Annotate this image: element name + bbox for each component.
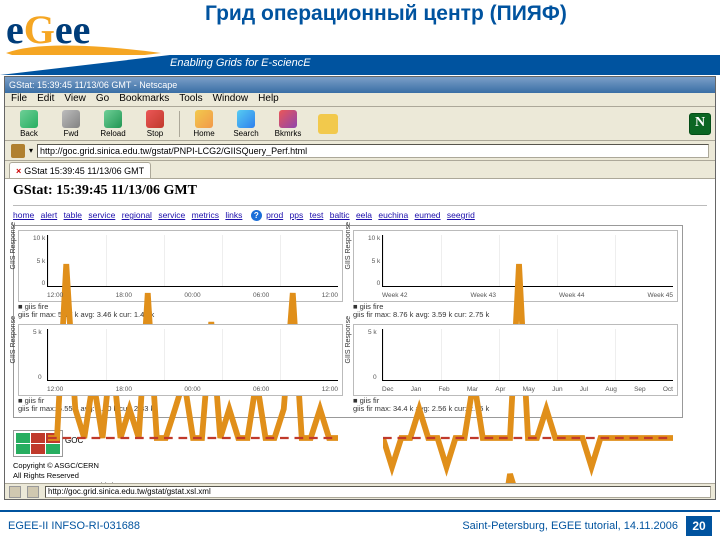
window-titlebar[interactable]: GStat: 15:39:45 11/13/06 GMT - Netscape xyxy=(5,77,715,93)
nav-home[interactable]: home xyxy=(13,210,34,220)
slide-header: eGee Грид операционный центр (ПИЯФ) Enab… xyxy=(0,0,720,88)
menu-help[interactable]: Help xyxy=(258,93,279,106)
menu-edit[interactable]: Edit xyxy=(37,93,54,106)
menu-file[interactable]: File xyxy=(11,93,27,106)
menu-tools[interactable]: Tools xyxy=(179,93,202,106)
chart-2: GIIS Response 5 k0 12:0018:0000:0006:001… xyxy=(18,324,343,396)
nav-prod[interactable]: prod xyxy=(266,210,283,220)
chart-1: GIIS Response 10 k5 k0 Week 42Week 43Wee… xyxy=(353,230,678,302)
tab-label: GStat 15:39:45 11/13/06 GMT xyxy=(24,166,144,176)
nav-links: home alert table service regional servic… xyxy=(13,210,707,221)
egee-logo: eGee xyxy=(6,6,161,58)
nav-pps[interactable]: pps xyxy=(290,210,304,220)
bookmarks-icon xyxy=(279,110,297,128)
search-button[interactable]: Search xyxy=(228,110,264,138)
nav-table[interactable]: table xyxy=(64,210,82,220)
window-title: GStat: 15:39:45 11/13/06 GMT - Netscape xyxy=(9,80,177,90)
footer-right: Saint-Petersburg, EGEE tutorial, 14.11.2… xyxy=(462,520,678,532)
nav-seegrid[interactable]: seegrid xyxy=(447,210,475,220)
search-icon xyxy=(237,110,255,128)
nav-test[interactable]: test xyxy=(310,210,324,220)
slide-number: 20 xyxy=(686,516,712,536)
reload-icon xyxy=(104,110,122,128)
back-button[interactable]: Back xyxy=(11,110,47,138)
nav-service[interactable]: service xyxy=(88,210,115,220)
charts-panel: GIIS Response 10 k5 k0 12:0018:0000:0006… xyxy=(13,225,683,418)
home-icon xyxy=(195,110,213,128)
browser-window: GStat: 15:39:45 11/13/06 GMT - Netscape … xyxy=(4,76,716,500)
nav-regional[interactable]: regional xyxy=(122,210,152,220)
chart-3: GIIS Response 5 k0 DecJanFebMarAprMayJun… xyxy=(353,324,678,396)
footer-left: EGEE-II INFSO-RI-031688 xyxy=(8,520,462,532)
nav-eela[interactable]: eela xyxy=(356,210,372,220)
status-url[interactable] xyxy=(45,486,711,498)
menu-view[interactable]: View xyxy=(64,93,86,106)
help-icon[interactable]: ? xyxy=(251,210,262,221)
url-input[interactable] xyxy=(37,144,709,158)
page-content: GStat: 15:39:45 11/13/06 GMT home alert … xyxy=(5,179,715,483)
page-title: GStat: 15:39:45 11/13/06 GMT xyxy=(13,183,707,199)
home-button[interactable]: Home xyxy=(186,110,222,138)
menu-window[interactable]: Window xyxy=(213,93,249,106)
bookmark-folder-icon[interactable] xyxy=(11,144,25,158)
menu-go[interactable]: Go xyxy=(96,93,109,106)
stop-button[interactable]: Stop xyxy=(137,110,173,138)
nav-euchina[interactable]: euchina xyxy=(378,210,408,220)
status-icon xyxy=(9,486,21,498)
nav-eumed[interactable]: eumed xyxy=(415,210,441,220)
toolbar: Back Fwd Reload Stop Home Search Bkmrks xyxy=(5,107,715,141)
tab-bar: × GStat 15:39:45 11/13/06 GMT xyxy=(5,161,715,179)
netscape-throbber-icon xyxy=(689,113,711,135)
slide-title: Грид операционный центр (ПИЯФ) xyxy=(205,2,567,26)
slide-subtitle: Enabling Grids for E-sciencE xyxy=(170,57,311,69)
nav-links-link[interactable]: links xyxy=(225,210,242,220)
forward-button[interactable]: Fwd xyxy=(53,110,89,138)
nav-metrics[interactable]: metrics xyxy=(192,210,219,220)
status-bar xyxy=(5,483,715,499)
reload-button[interactable]: Reload xyxy=(95,110,131,138)
back-icon xyxy=(20,110,38,128)
menu-bookmarks[interactable]: Bookmarks xyxy=(119,93,169,106)
alert-icon[interactable] xyxy=(318,114,338,134)
nav-alert[interactable]: alert xyxy=(41,210,58,220)
tab-close-icon[interactable]: × xyxy=(16,166,21,176)
slide-footer: EGEE-II INFSO-RI-031688 Saint-Petersburg… xyxy=(0,510,720,540)
stop-icon xyxy=(146,110,164,128)
nav-service2[interactable]: service xyxy=(158,210,185,220)
browser-tab[interactable]: × GStat 15:39:45 11/13/06 GMT xyxy=(9,162,151,178)
bookmarks-button[interactable]: Bkmrks xyxy=(270,110,306,138)
menu-bar: File Edit View Go Bookmarks Tools Window… xyxy=(5,93,715,107)
forward-icon xyxy=(62,110,80,128)
location-bar: ▾ xyxy=(5,141,715,161)
nav-baltic[interactable]: baltic xyxy=(330,210,350,220)
status-icon-2 xyxy=(27,486,39,498)
chart-0: GIIS Response 10 k5 k0 12:0018:0000:0006… xyxy=(18,230,343,302)
